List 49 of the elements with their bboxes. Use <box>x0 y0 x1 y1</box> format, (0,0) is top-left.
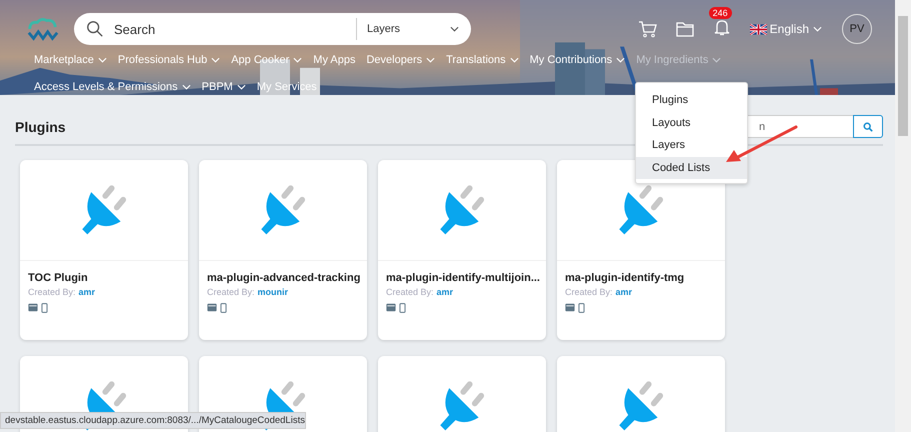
plugin-card[interactable]: TOC Plugin Created By: amr <box>20 160 188 340</box>
desktop-icon <box>565 303 575 312</box>
nav-menu-item[interactable]: Access Levels & Permissions <box>34 78 191 95</box>
menu-item[interactable]: Coded Lists <box>636 156 747 179</box>
user-avatar[interactable]: PV <box>842 14 872 44</box>
scope-dropdown[interactable]: Layers <box>356 18 459 40</box>
scrollbar[interactable] <box>895 0 911 432</box>
search-field[interactable]: Search Layers <box>74 13 471 45</box>
desktop-icon <box>28 303 38 312</box>
search-icon <box>863 122 873 132</box>
nav-menu-item[interactable]: Professionals Hub <box>118 51 220 68</box>
chevron-down-icon <box>450 26 459 32</box>
nav-menu-item[interactable]: App Cooker <box>231 51 302 68</box>
link-url-tooltip: devstable.eastus.cloudapp.azure.com:8083/.../MyCatalougeCodedLists <box>0 412 306 429</box>
created-by-label: Created By: <box>386 287 434 297</box>
mobile-icon <box>578 303 585 313</box>
author-link[interactable]: amr <box>616 287 632 297</box>
nav-menu-item[interactable]: Translations <box>446 51 519 68</box>
created-by-label: Created By: <box>28 287 76 297</box>
search-icon <box>86 20 104 38</box>
nav-menu-item[interactable]: Marketplace <box>34 51 107 68</box>
created-by-label: Created By: <box>565 287 613 297</box>
nav-menu-item[interactable]: My Contributions <box>530 51 626 68</box>
nav-menu-item[interactable]: My Apps <box>313 51 356 68</box>
nav-menu-item[interactable]: PBPM <box>202 78 246 95</box>
chevron-down-icon <box>813 26 822 32</box>
mobile-icon <box>399 303 406 313</box>
author-link[interactable]: amr <box>436 287 454 297</box>
page-title: Plugins <box>15 118 66 134</box>
desktop-icon <box>386 303 396 312</box>
desktop-icon <box>207 303 217 312</box>
menu-item[interactable]: Plugins <box>636 89 747 112</box>
language-selector[interactable]: English <box>750 22 822 36</box>
folder-icon[interactable] <box>674 20 695 38</box>
logo-icon[interactable] <box>26 17 60 41</box>
mobile-icon <box>41 303 48 313</box>
plugin-card[interactable]: ma-plugin-advanced-tracking Created By: mounir <box>199 160 367 340</box>
card-title: ma-plugin-identify-multijoin... <box>386 272 538 284</box>
card-title: ma-plugin-advanced-tracking <box>207 272 359 284</box>
mobile-icon <box>220 303 227 313</box>
author-link[interactable]: amr <box>78 287 96 297</box>
nav-menu-item[interactable]: Developers <box>366 51 436 68</box>
created-by-label: Created By: <box>207 287 255 297</box>
author-link[interactable]: mounir <box>258 287 288 297</box>
card-title: ma-plugin-identify-tmg <box>565 272 686 284</box>
cart-icon[interactable] <box>638 20 658 38</box>
card-title: TOC Plugin <box>28 272 89 284</box>
plugin-card[interactable]: ma-plugin-identify-multijoin... Created By: amr <box>378 160 546 340</box>
search-button[interactable] <box>853 115 883 138</box>
